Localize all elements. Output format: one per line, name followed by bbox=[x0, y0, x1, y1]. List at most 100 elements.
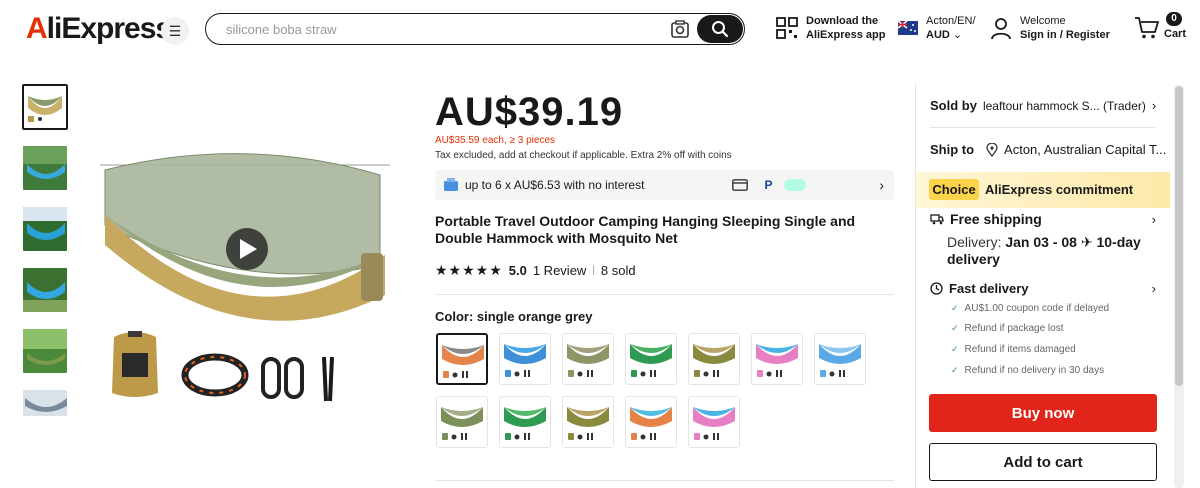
sold-count: 8 sold bbox=[600, 263, 636, 278]
search-icon bbox=[712, 21, 729, 38]
buy-now-button[interactable]: Buy now bbox=[929, 394, 1157, 432]
stuff-sack-image bbox=[108, 327, 162, 401]
color-swatches bbox=[436, 333, 896, 453]
star-rating-icon: ★★★★★ bbox=[435, 262, 503, 278]
color-swatch[interactable] bbox=[562, 333, 614, 385]
swatch-image bbox=[500, 334, 550, 384]
swatch-image bbox=[500, 397, 550, 447]
thumbnail-4[interactable] bbox=[22, 267, 68, 313]
cart-button[interactable] bbox=[1134, 16, 1160, 45]
swatch-image bbox=[563, 397, 613, 447]
ship-to-label: Ship to bbox=[930, 142, 975, 157]
search-button[interactable] bbox=[697, 15, 743, 43]
guarantee-item: ✓ Refund if package lost bbox=[951, 323, 1064, 334]
color-label: Color: single orange grey bbox=[435, 309, 593, 324]
delivery-dates: Jan 03 - 08 bbox=[1005, 234, 1077, 250]
thumbnail-2[interactable] bbox=[22, 145, 68, 191]
chevron-right-icon: › bbox=[1151, 211, 1156, 227]
download-line2: AliExpress app bbox=[806, 29, 886, 41]
swatch-image bbox=[563, 334, 613, 384]
product-price: AU$39.19 bbox=[435, 90, 624, 134]
color-swatch[interactable] bbox=[436, 333, 488, 385]
guarantee-text: Refund if no delivery in 30 days bbox=[964, 365, 1105, 376]
rating-row: ★★★★★ 5.0 1 Review | 8 sold bbox=[435, 262, 636, 279]
choice-badge: Choice bbox=[929, 179, 979, 200]
aliexpress-logo[interactable]: AliExpress bbox=[26, 12, 172, 46]
paypal-icon: P bbox=[764, 178, 773, 192]
product-title: Portable Travel Outdoor Camping Hanging … bbox=[435, 213, 856, 246]
sold-by-row[interactable]: Sold by leaftour hammock S... (Trader) › bbox=[930, 98, 1156, 113]
cart-label[interactable]: Cart bbox=[1164, 28, 1186, 40]
sold-by-label: Sold by bbox=[930, 98, 977, 113]
installment-banner[interactable]: up to 6 x AU$6.53 with no interest P › bbox=[435, 170, 894, 200]
locale-line1: Acton/EN/ bbox=[926, 15, 976, 27]
fast-delivery-label: Fast delivery bbox=[949, 281, 1029, 296]
search-input[interactable] bbox=[226, 21, 646, 37]
color-swatch[interactable] bbox=[625, 396, 677, 448]
cart-count-badge: 0 bbox=[1166, 12, 1182, 26]
seller-name[interactable]: leaftour hammock S... (Trader) bbox=[983, 99, 1146, 113]
reviews-link[interactable]: 1 Review bbox=[533, 263, 586, 278]
guarantee-text: AU$1.00 coupon code if delayed bbox=[964, 303, 1110, 314]
check-icon: ✓ bbox=[951, 344, 959, 354]
download-app[interactable]: Download the AliExpress app bbox=[776, 14, 885, 42]
divider-line bbox=[435, 294, 894, 295]
location-pin-icon bbox=[986, 142, 998, 157]
user-icon bbox=[991, 18, 1011, 40]
thumbnail-3[interactable] bbox=[22, 206, 68, 252]
thumbnail-5[interactable] bbox=[22, 328, 68, 374]
search-bar bbox=[205, 13, 745, 45]
divider bbox=[930, 127, 1156, 128]
ropes-image bbox=[318, 355, 340, 403]
chevron-right-icon: › bbox=[879, 177, 884, 193]
fast-delivery-row[interactable]: Fast delivery › bbox=[930, 281, 1156, 296]
divider: | bbox=[592, 265, 595, 276]
thumbnail-1[interactable] bbox=[22, 84, 68, 130]
color-swatch[interactable] bbox=[499, 396, 551, 448]
guarantee-text: Refund if package lost bbox=[964, 323, 1064, 334]
check-icon: ✓ bbox=[951, 323, 959, 333]
image-search-icon[interactable] bbox=[669, 19, 691, 41]
free-shipping-row[interactable]: Free shipping › bbox=[930, 211, 1156, 227]
signin-link[interactable]: Sign in / Register bbox=[1020, 29, 1110, 41]
color-swatch[interactable] bbox=[625, 333, 677, 385]
cart-icon bbox=[1135, 17, 1159, 39]
add-to-cart-button[interactable]: Add to cart bbox=[929, 443, 1157, 481]
rating-value: 5.0 bbox=[508, 263, 527, 278]
download-line1: Download the bbox=[806, 15, 879, 27]
color-swatch[interactable] bbox=[751, 333, 803, 385]
chevron-right-icon: › bbox=[1151, 281, 1156, 296]
panel-scrollbar-thumb[interactable] bbox=[1175, 86, 1183, 386]
tax-note: Tax excluded, add at checkout if applica… bbox=[435, 150, 732, 161]
qr-code-icon bbox=[776, 17, 798, 39]
locale-selector[interactable]: Acton/EN/AUD ⌄ bbox=[898, 14, 976, 42]
menu-icon[interactable]: ☰ bbox=[161, 17, 189, 45]
swatch-image bbox=[437, 397, 487, 447]
check-icon: ✓ bbox=[951, 303, 959, 313]
welcome-text: Welcome bbox=[1020, 15, 1066, 27]
thumbnail-6[interactable] bbox=[22, 389, 68, 417]
color-swatch[interactable] bbox=[688, 333, 740, 385]
color-swatch[interactable] bbox=[499, 333, 551, 385]
color-swatch[interactable] bbox=[436, 396, 488, 448]
color-swatch[interactable] bbox=[562, 396, 614, 448]
commitment-title: AliExpress commitment bbox=[985, 182, 1134, 197]
check-icon: ✓ bbox=[951, 365, 959, 375]
color-swatch[interactable] bbox=[814, 333, 866, 385]
currency-label: AUD bbox=[926, 29, 950, 41]
chevron-down-icon: ⌄ bbox=[952, 29, 963, 41]
chevron-right-icon: › bbox=[1151, 98, 1157, 113]
swatch-image bbox=[438, 335, 486, 383]
free-shipping-label: Free shipping bbox=[950, 211, 1042, 227]
afterpay-icon bbox=[784, 179, 807, 191]
color-swatch[interactable] bbox=[688, 396, 740, 448]
guarantee-item: ✓ Refund if items damaged bbox=[951, 344, 1076, 355]
truck-icon bbox=[930, 214, 944, 225]
swatch-image bbox=[626, 334, 676, 384]
swatch-image bbox=[752, 334, 802, 384]
installment-text: up to 6 x AU$6.53 with no interest bbox=[465, 178, 645, 192]
clock-icon bbox=[930, 282, 943, 295]
account[interactable]: Welcome Sign in / Register bbox=[990, 14, 1110, 42]
ship-to-row[interactable]: Ship to Acton, Australian Capital T... bbox=[930, 142, 1166, 157]
ship-to-location[interactable]: Acton, Australian Capital T... bbox=[1004, 142, 1166, 157]
